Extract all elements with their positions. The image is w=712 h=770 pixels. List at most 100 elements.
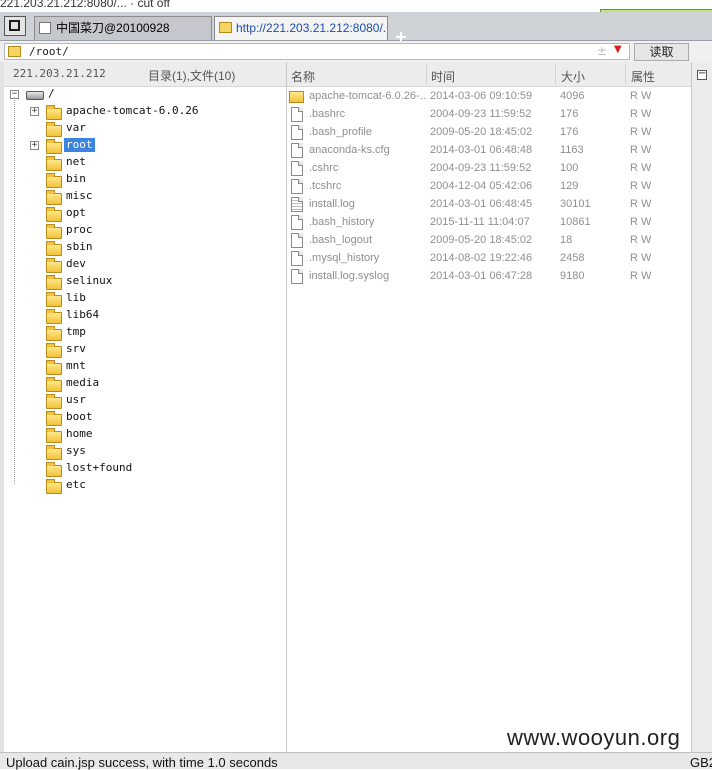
tree-item[interactable]: boot [28, 410, 278, 427]
tree-item-label[interactable]: var [64, 121, 88, 135]
tree-item[interactable]: opt [28, 206, 278, 223]
file-icon [291, 179, 303, 194]
top-strip: 221.203.21.212:8080/... · cut off [0, 0, 712, 12]
tab-file-manager[interactable]: http://221.203.21.212:8080/... [214, 16, 388, 40]
tree-item[interactable]: etc [28, 478, 278, 495]
file-row[interactable]: install.log.syslog 2014-03-01 06:47:28 918… [287, 268, 691, 286]
tree-item[interactable]: selinux [28, 274, 278, 291]
file-row[interactable]: .bash_profile 2009-05-20 18:45:02 176 R W [287, 124, 691, 142]
tree-item[interactable]: net [28, 155, 278, 172]
tree-item-label[interactable]: lib [64, 291, 88, 305]
folder-icon [219, 22, 232, 33]
folder-icon [289, 91, 304, 103]
tree-item[interactable]: misc [28, 189, 278, 206]
tree-item-label[interactable]: selinux [64, 274, 114, 288]
tree-item-label[interactable]: home [64, 427, 95, 441]
tree-item[interactable]: sbin [28, 240, 278, 257]
tree-item-label[interactable]: lost+found [64, 461, 134, 475]
tree-item-label[interactable]: usr [64, 393, 88, 407]
status-bar: Upload cain.jsp success, with time 1.0 s… [0, 752, 712, 770]
file-row[interactable]: .bash_logout 2009-05-20 18:45:02 18 R W [287, 232, 691, 250]
file-row[interactable]: apache-tomcat-6.0.26-... 2014-03-06 09:10… [287, 88, 691, 106]
file-row[interactable]: .bashrc 2004-09-23 11:59:52 176 R W [287, 106, 691, 124]
file-row[interactable]: install.log 2014-03-01 06:48:45 30101 R W [287, 196, 691, 214]
column-divider[interactable] [625, 64, 626, 84]
tree-item[interactable]: lib64 [28, 308, 278, 325]
file-icon [291, 107, 303, 122]
tree-item[interactable]: + root [28, 138, 278, 155]
tree-item[interactable]: bin [28, 172, 278, 189]
folder-icon [46, 224, 62, 239]
tree-item[interactable]: usr [28, 393, 278, 410]
tree-item-label[interactable]: apache-tomcat-6.0.26 [64, 104, 200, 118]
folder-icon [46, 326, 62, 341]
plus-minus-icon[interactable]: ± [597, 44, 607, 58]
tree-item[interactable]: dev [28, 257, 278, 274]
path-input[interactable]: /root/ ± ▼ [4, 43, 630, 60]
tree-item-label[interactable]: misc [64, 189, 95, 203]
window-icon[interactable] [4, 16, 26, 36]
file-attr: R W [630, 216, 652, 228]
tree-item-label[interactable]: dev [64, 257, 88, 271]
column-name[interactable]: 名称 [291, 68, 315, 85]
tree-item-label[interactable]: root [64, 138, 95, 152]
tree-item-label[interactable]: net [64, 155, 88, 169]
read-button[interactable]: 读取 [634, 43, 689, 61]
tree-item-label[interactable]: media [64, 376, 101, 390]
tree-item[interactable]: proc [28, 223, 278, 240]
file-name: .mysql_history [309, 252, 380, 264]
folder-icon [46, 309, 62, 324]
tree-item[interactable]: media [28, 376, 278, 393]
tree-item-label[interactable]: sys [64, 444, 88, 458]
column-attr[interactable]: 属性 [631, 68, 655, 85]
tree-item-label[interactable]: etc [64, 478, 88, 492]
file-attr: R W [630, 198, 652, 210]
folder-icon [46, 292, 62, 307]
folder-icon [46, 394, 62, 409]
file-icon [291, 125, 303, 140]
file-time: 2004-09-23 11:59:52 [430, 108, 532, 120]
tree-item[interactable]: mnt [28, 359, 278, 376]
tree-item[interactable]: var [28, 121, 278, 138]
file-name: install.log [309, 198, 355, 210]
tree-item-label[interactable]: mnt [64, 359, 88, 373]
column-time[interactable]: 时间 [431, 68, 455, 85]
chevron-down-icon[interactable]: ▼ [614, 44, 622, 55]
tree-item-label[interactable]: srv [64, 342, 88, 356]
file-row[interactable]: .cshrc 2004-09-23 11:59:52 100 R W [287, 160, 691, 178]
tree-item[interactable]: lost+found [28, 461, 278, 478]
file-row[interactable]: .mysql_history 2014-08-02 19:22:46 2458 R W [287, 250, 691, 268]
column-divider[interactable] [555, 64, 556, 84]
file-time: 2009-05-20 18:45:02 [430, 234, 533, 246]
tab-app[interactable]: 中国菜刀@20100928 [34, 16, 212, 40]
tree-item[interactable]: home [28, 427, 278, 444]
file-size: 176 [560, 108, 579, 120]
collapse-icon[interactable]: − [697, 69, 707, 80]
tree-item[interactable]: srv [28, 342, 278, 359]
file-time: 2014-03-01 06:48:48 [430, 144, 533, 156]
tree-item-label[interactable]: bin [64, 172, 88, 186]
column-divider[interactable] [426, 64, 427, 84]
file-attr: R W [630, 270, 652, 282]
path-value: /root/ [29, 45, 69, 58]
tree-item[interactable]: + apache-tomcat-6.0.26 [28, 104, 278, 121]
tree-item-label[interactable]: tmp [64, 325, 88, 339]
column-size[interactable]: 大小 [561, 68, 585, 85]
tree-item-label[interactable]: sbin [64, 240, 95, 254]
file-row[interactable]: .bash_history 2015-11-11 11:04:07 10861 R W [287, 214, 691, 232]
tree-item[interactable]: lib [28, 291, 278, 308]
tree-label[interactable]: / [46, 87, 57, 101]
folder-icon [46, 207, 62, 222]
tree-item[interactable]: tmp [28, 325, 278, 342]
expand-icon[interactable]: + [30, 107, 39, 116]
tree-item-label[interactable]: lib64 [64, 308, 101, 322]
tree-item-label[interactable]: proc [64, 223, 95, 237]
tree-item[interactable]: sys [28, 444, 278, 461]
file-name: .bash_logout [309, 234, 372, 246]
expand-icon[interactable]: + [30, 141, 39, 150]
file-row[interactable]: anaconda-ks.cfg 2014-03-01 06:48:48 1163 R … [287, 142, 691, 160]
tree-root[interactable]: − / [10, 87, 280, 104]
tree-item-label[interactable]: opt [64, 206, 88, 220]
tree-item-label[interactable]: boot [64, 410, 95, 424]
file-row[interactable]: .tcshrc 2004-12-04 05:42:06 129 R W [287, 178, 691, 196]
